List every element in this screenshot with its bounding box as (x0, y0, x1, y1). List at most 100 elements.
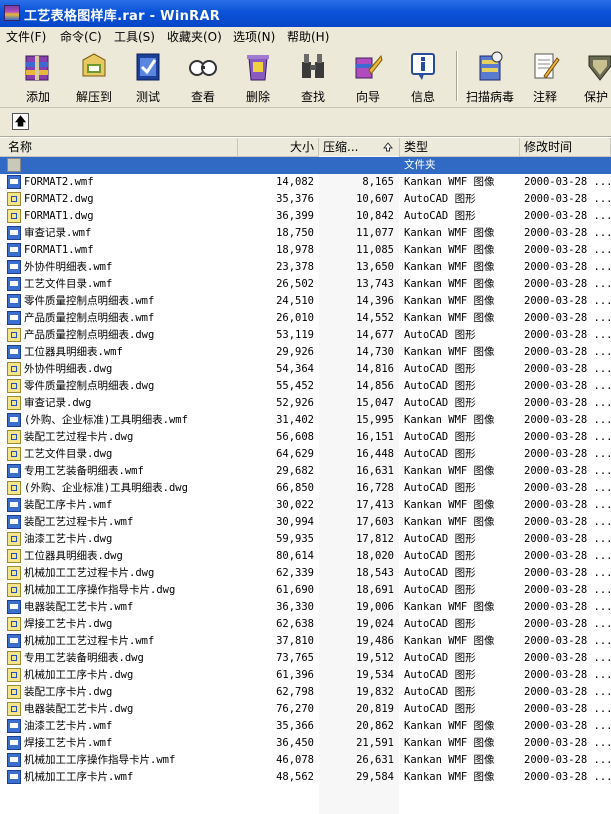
file-row[interactable]: 电器装配工艺卡片.dwg 76,270 20,819 AutoCAD 图形 2000-0… (0, 701, 611, 718)
file-size: 62,638 (276, 618, 314, 630)
file-modified: 2000-03-28 ... (524, 431, 611, 443)
file-row[interactable]: 装配工艺过程卡片.dwg 56,608 16,151 AutoCAD 图形 2000-0… (0, 429, 611, 446)
file-name: 审查记录.wmf (24, 227, 92, 239)
info-button[interactable]: 信息 (397, 48, 449, 104)
file-packed-size: 16,448 (356, 448, 394, 460)
delete-button[interactable]: 删除 (232, 48, 284, 104)
file-modified: 2000-03-28 ... (524, 465, 611, 477)
file-packed-size: 14,552 (356, 312, 394, 324)
file-row[interactable]: (外购、企业标准)工具明细表.wmf 31,402 15,995 Kankan WMF… (0, 412, 611, 429)
file-row[interactable]: FORMAT2.dwg 35,376 10,607 AutoCAD 图形 2000-03… (0, 191, 611, 208)
comment-button[interactable]: 注释 (519, 48, 571, 104)
dwg-file-icon (7, 651, 21, 665)
file-row[interactable]: 油漆工艺卡片.wmf 35,366 20,862 Kankan WMF 图像 2000-… (0, 718, 611, 735)
file-modified: 2000-03-28 ... (524, 380, 611, 392)
column-packed[interactable]: 压缩... (319, 138, 400, 156)
menu-commands[interactable]: 命令(C) (60, 28, 102, 45)
file-size: 30,994 (276, 516, 314, 528)
file-row[interactable]: 焊接工艺卡片.dwg 62,638 19,024 AutoCAD 图形 2000-03-… (0, 616, 611, 633)
menu-favorites[interactable]: 收藏夹(O) (167, 28, 222, 45)
extract-to-button[interactable]: 解压到 (68, 48, 120, 104)
file-row[interactable]: 审查记录.dwg 52,926 15,047 AutoCAD 图形 2000-03-28… (0, 395, 611, 412)
view-button[interactable]: 查看 (177, 48, 229, 104)
menu-options[interactable]: 选项(N) (233, 28, 275, 45)
column-size[interactable]: 大小 (238, 138, 319, 156)
file-row[interactable]: 装配工艺过程卡片.wmf 30,994 17,603 Kankan WMF 图像 200… (0, 514, 611, 531)
file-modified: 2000-03-28 ... (524, 397, 611, 409)
file-name: 外协件明细表.wmf (24, 261, 113, 273)
file-row[interactable]: 油漆工艺卡片.dwg 59,935 17,812 AutoCAD 图形 2000-03-… (0, 531, 611, 548)
menu-help[interactable]: 帮助(H) (287, 28, 329, 45)
delete-label: 删除 (245, 90, 270, 104)
add-button[interactable]: 添加 (12, 48, 64, 104)
file-row[interactable]: 装配工序卡片.dwg 62,798 19,832 AutoCAD 图形 2000-03-… (0, 684, 611, 701)
column-name[interactable]: 名称 (0, 138, 238, 156)
file-row[interactable]: 专用工艺装备明细表.wmf 29,682 16,631 Kankan WMF 图像 20… (0, 463, 611, 480)
file-name: 审查记录.dwg (24, 397, 92, 409)
file-size: 18,978 (276, 244, 314, 256)
file-modified: 2000-03-28 ... (524, 686, 611, 698)
file-row[interactable]: 焊接工艺卡片.wmf 36,450 21,591 Kankan WMF 图像 2000-… (0, 735, 611, 752)
file-row[interactable]: 工位器具明细表.dwg 80,614 18,020 AutoCAD 图形 2000-03… (0, 548, 611, 565)
menu-file[interactable]: 文件(F) (6, 28, 46, 45)
file-row[interactable]: 零件质量控制点明细表.dwg 55,452 14,856 AutoCAD 图形 2000… (0, 378, 611, 395)
file-type: AutoCAD 图形 (404, 567, 476, 579)
file-row[interactable]: 产品质量控制点明细表.wmf 26,010 14,552 Kankan WMF 图像 2… (0, 310, 611, 327)
file-row[interactable]: (外购、企业标准)工具明细表.dwg 66,850 16,728 AutoCAD 图形… (0, 480, 611, 497)
dwg-file-icon (7, 549, 21, 563)
file-row[interactable]: FORMAT2.wmf 14,082 8,165 Kankan WMF 图像 2000-… (0, 174, 611, 191)
file-row[interactable]: FORMAT1.wmf 18,978 11,085 Kankan WMF 图像 2000… (0, 242, 611, 259)
file-type: Kankan WMF 图像 (404, 499, 495, 511)
protect-button[interactable]: 保护 (574, 48, 611, 104)
file-row[interactable]: 机械加工工艺过程卡片.dwg 62,339 18,543 AutoCAD 图形 2000… (0, 565, 611, 582)
file-modified: 2000-03-28 ... (524, 754, 611, 766)
file-type: Kankan WMF 图像 (404, 295, 495, 307)
up-folder-button[interactable]: 🡅 (12, 113, 29, 130)
file-size: 36,399 (276, 210, 314, 222)
file-row[interactable]: 审查记录.wmf 18,750 11,077 Kankan WMF 图像 2000-03… (0, 225, 611, 242)
file-row[interactable]: 外协件明细表.wmf 23,378 13,650 Kankan WMF 图像 2000-… (0, 259, 611, 276)
file-packed-size: 10,842 (356, 210, 394, 222)
file-list[interactable]: 文件夹 FORMAT2.wmf 14,082 8,165 Kankan WMF 图像 2… (0, 156, 611, 814)
file-name: 工位器具明细表.dwg (24, 550, 123, 562)
file-size: 66,850 (276, 482, 314, 494)
file-row[interactable]: 机械加工工序卡片.wmf 48,562 29,584 Kankan WMF 图像 200… (0, 769, 611, 786)
wizard-button[interactable]: 向导 (342, 48, 394, 104)
column-modified[interactable]: 修改时间 (520, 138, 611, 156)
winrar-app-icon[interactable] (4, 5, 20, 21)
file-modified: 2000-03-28 ... (524, 516, 611, 528)
file-row[interactable]: 装配工序卡片.wmf 30,022 17,413 Kankan WMF 图像 2000-… (0, 497, 611, 514)
dwg-file-icon (7, 328, 21, 342)
parent-folder-row[interactable]: 文件夹 (0, 157, 611, 174)
file-row[interactable]: 零件质量控制点明细表.wmf 24,510 14,396 Kankan WMF 图像 2… (0, 293, 611, 310)
file-name: (外购、企业标准)工具明细表.wmf (24, 414, 188, 426)
toolbar: 添加 解压到 测试 查看 删除 查找 向导 信息 扫描病毒 注释 保护 (0, 45, 611, 108)
file-row[interactable]: 机械加工工艺过程卡片.wmf 37,810 19,486 Kankan WMF 图像 2… (0, 633, 611, 650)
test-icon (136, 53, 160, 81)
view-label: 查看 (190, 90, 215, 104)
find-button[interactable]: 查找 (287, 48, 339, 104)
file-row[interactable]: 机械加工工序操作指导卡片.wmf 46,078 26,631 Kankan WMF 图… (0, 752, 611, 769)
file-row[interactable]: FORMAT1.dwg 36,399 10,842 AutoCAD 图形 2000-03… (0, 208, 611, 225)
file-row[interactable]: 工艺文件目录.dwg 64,629 16,448 AutoCAD 图形 2000-03-… (0, 446, 611, 463)
file-size: 80,614 (276, 550, 314, 562)
file-row[interactable]: 机械加工工序卡片.dwg 61,396 19,534 AutoCAD 图形 2000-0… (0, 667, 611, 684)
menu-tools[interactable]: 工具(S) (114, 28, 155, 45)
virus-scan-button[interactable]: 扫描病毒 (462, 48, 518, 104)
title-bar: 工艺表格图样库.rar - WinRAR (0, 0, 611, 27)
file-size: 52,926 (276, 397, 314, 409)
test-button[interactable]: 测试 (122, 48, 174, 104)
file-row[interactable]: 产品质量控制点明细表.dwg 53,119 14,677 AutoCAD 图形 2000… (0, 327, 611, 344)
file-row[interactable]: 机械加工工序操作指导卡片.dwg 61,690 18,691 AutoCAD 图形 20… (0, 582, 611, 599)
file-name: 工艺文件目录.wmf (24, 278, 113, 290)
file-packed-size: 18,691 (356, 584, 394, 596)
file-row[interactable]: 工位器具明细表.wmf 29,926 14,730 Kankan WMF 图像 2000… (0, 344, 611, 361)
wmf-file-icon (7, 243, 21, 257)
file-row[interactable]: 外协件明细表.dwg 54,364 14,816 AutoCAD 图形 2000-03-… (0, 361, 611, 378)
file-row[interactable]: 电器装配工艺卡片.wmf 36,330 19,006 Kankan WMF 图像 200… (0, 599, 611, 616)
file-type: AutoCAD 图形 (404, 669, 476, 681)
file-row[interactable]: 工艺文件目录.wmf 26,502 13,743 Kankan WMF 图像 2000-… (0, 276, 611, 293)
file-row[interactable]: 专用工艺装备明细表.dwg 73,765 19,512 AutoCAD 图形 2000-… (0, 650, 611, 667)
column-type[interactable]: 类型 (400, 138, 520, 156)
file-name: FORMAT2.wmf (24, 176, 94, 188)
